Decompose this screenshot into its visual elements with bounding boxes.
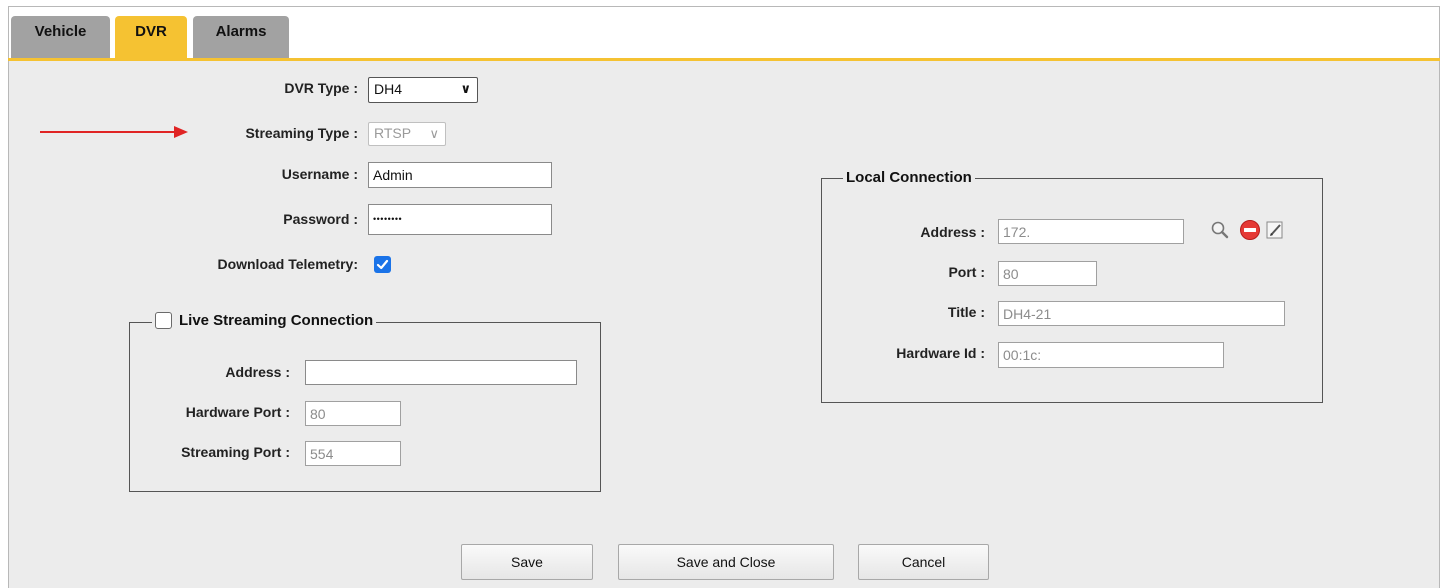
tab-vehicle[interactable]: Vehicle [11, 16, 110, 59]
password-label: Password : [283, 211, 358, 227]
password-value: •••••••• [373, 214, 403, 224]
tab-alarms[interactable]: Alarms [193, 16, 289, 59]
download-telemetry-checkbox[interactable] [374, 256, 391, 273]
local-connection-legend: Local Connection [843, 169, 975, 186]
streaming-type-label: Streaming Type : [245, 125, 358, 141]
save-and-close-button[interactable]: Save and Close [618, 544, 834, 580]
streaming-type-value: RTSP [374, 125, 412, 141]
username-input[interactable] [368, 162, 552, 188]
tab-dvr-label: DVR [135, 23, 167, 40]
local-port-input[interactable] [998, 261, 1097, 286]
chevron-down-icon: ∨ [429, 126, 439, 141]
local-connection-fieldset [821, 178, 1323, 403]
save-button[interactable]: Save [461, 544, 593, 580]
live-streaming-legend-text: Live Streaming Connection [179, 312, 374, 329]
dvr-type-select[interactable]: DH4 ∨ [368, 77, 478, 103]
chevron-down-icon: ∨ [460, 81, 471, 96]
local-title-label: Title : [947, 304, 985, 320]
edit-icon[interactable] [1265, 220, 1285, 240]
streaming-port-label: Streaming Port : [181, 444, 290, 460]
tab-vehicle-label: Vehicle [34, 23, 87, 40]
live-streaming-checkbox[interactable] [155, 312, 172, 329]
live-address-input[interactable] [305, 360, 577, 385]
live-address-label: Address : [225, 364, 290, 380]
streaming-type-select[interactable]: RTSP ∨ [368, 122, 446, 146]
download-telemetry-label: Download Telemetry: [217, 256, 358, 272]
local-port-label: Port : [948, 264, 985, 280]
local-address-input[interactable] [998, 219, 1184, 244]
search-icon[interactable] [1210, 220, 1230, 240]
hardware-port-label: Hardware Port : [185, 404, 290, 420]
username-label: Username : [281, 166, 358, 182]
tab-dvr[interactable]: DVR [115, 16, 187, 59]
dvr-type-label: DVR Type : [284, 80, 358, 96]
streaming-port-input[interactable] [305, 441, 401, 466]
delete-icon[interactable] [1239, 219, 1261, 241]
hardware-id-label: Hardware Id : [896, 345, 985, 361]
arrow-right-icon [40, 126, 188, 138]
hardware-port-input[interactable] [305, 401, 401, 426]
cancel-button[interactable]: Cancel [858, 544, 989, 580]
live-streaming-legend: Live Streaming Connection [152, 312, 377, 329]
check-icon [376, 259, 389, 270]
hardware-id-input[interactable] [998, 342, 1224, 368]
local-title-input[interactable] [998, 301, 1285, 326]
password-input[interactable]: •••••••• [368, 204, 552, 235]
dvr-type-value: DH4 [374, 81, 403, 97]
tab-alarms-label: Alarms [215, 23, 267, 40]
local-address-label: Address : [920, 224, 985, 240]
